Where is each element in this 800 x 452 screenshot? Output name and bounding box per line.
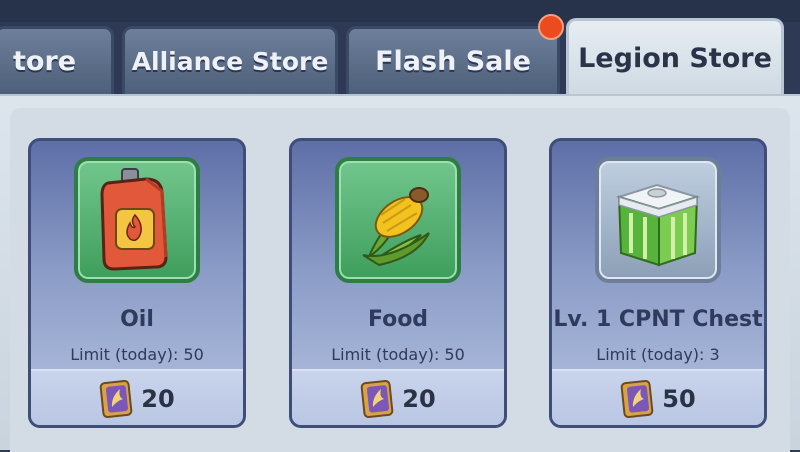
item-icon-frame [335,157,461,283]
price-button[interactable]: 20 [31,369,243,425]
tab-alliance-store[interactable]: Alliance Store [122,26,338,94]
price-button[interactable]: 50 [552,369,764,425]
oil-can-icon [100,168,168,271]
tab-alliance-store-label: Alliance Store [131,47,329,76]
legion-token-icon [99,379,135,419]
item-icon-frame [74,157,200,283]
item-name: Food [367,307,429,332]
item-limit: Limit (today): 50 [331,345,465,364]
corn-icon [362,187,430,267]
tab-flash-sale-label: Flash Sale [375,46,531,77]
store-item-food[interactable]: Food Limit (today): 50 20 [289,138,507,428]
item-name: Oil [120,307,154,332]
tab-store[interactable]: tore [0,26,114,94]
tab-flash-sale[interactable]: Flash Sale [346,26,560,94]
tab-legion-store-label: Legion Store [578,43,772,74]
item-price: 50 [662,385,696,413]
notification-dot [538,14,564,40]
item-icon-frame [595,157,721,283]
legion-token-icon [620,379,656,419]
chest-icon [615,183,701,267]
legion-token-icon [360,379,396,419]
store-item-cpnt-chest[interactable]: Lv. 1 CPNT Chest Limit (today): 3 50 [549,138,767,428]
store-item-oil[interactable]: Oil Limit (today): 50 20 [28,138,246,428]
item-price: 20 [141,385,175,413]
item-name: Lv. 1 CPNT Chest [553,307,763,332]
tab-legion-store[interactable]: Legion Store [566,18,784,96]
price-button[interactable]: 20 [292,369,504,425]
item-limit: Limit (today): 3 [596,345,720,364]
item-price: 20 [402,385,436,413]
tab-store-label: tore [13,46,77,77]
item-limit: Limit (today): 50 [70,345,204,364]
